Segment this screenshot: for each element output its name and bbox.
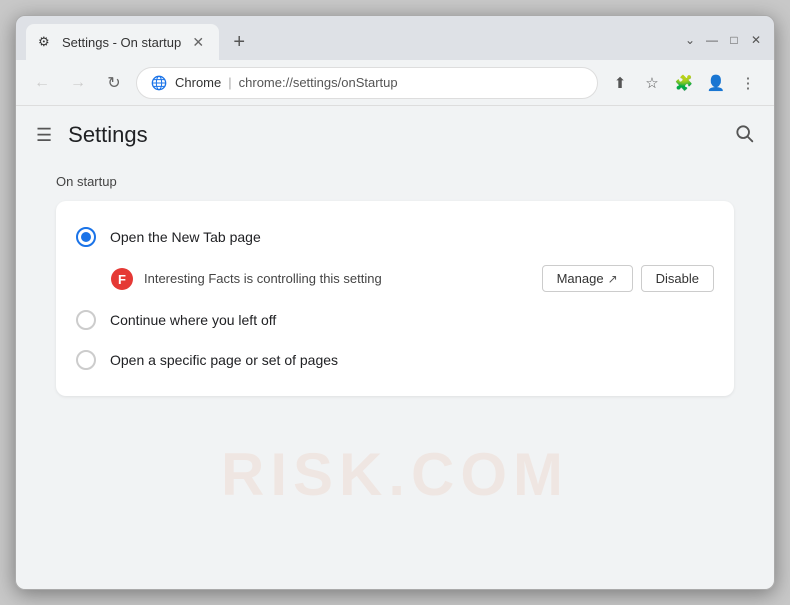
chevron-icon[interactable]: ⌄ — [682, 32, 698, 48]
disable-button[interactable]: Disable — [641, 265, 714, 292]
window-controls: ⌄ — □ ✕ — [682, 32, 764, 52]
address-divider: | — [228, 75, 231, 90]
radio-specific-page[interactable] — [76, 350, 96, 370]
nav-right-icons: ⬆ ☆ 🧩 👤 ⋮ — [606, 69, 762, 97]
menu-button[interactable]: ⋮ — [734, 69, 762, 97]
browser-window: ⚙ Settings - On startup ✕ + ⌄ — □ ✕ ← → … — [15, 15, 775, 590]
external-link-icon: ↗ — [608, 272, 618, 286]
manage-button-label: Manage — [557, 271, 604, 286]
bookmark-button[interactable]: ☆ — [638, 69, 666, 97]
tab-title: Settings - On startup — [62, 35, 181, 50]
extension-warning-row: F Interesting Facts is controlling this … — [76, 257, 714, 300]
forward-button[interactable]: → — [64, 69, 92, 97]
page-wrapper: ☰ Settings On startup — [16, 106, 774, 589]
maximize-button[interactable]: □ — [726, 32, 742, 48]
share-button[interactable]: ⬆ — [606, 69, 634, 97]
extension-warning-icon: F — [110, 267, 134, 291]
page-content: ☰ Settings On startup — [16, 106, 774, 589]
options-card: Open the New Tab page F Interesting Fact… — [56, 201, 734, 396]
refresh-button[interactable]: ↻ — [100, 69, 128, 97]
active-tab[interactable]: ⚙ Settings - On startup ✕ — [26, 24, 219, 60]
address-text: Chrome | chrome://settings/onStartup — [175, 75, 398, 90]
new-tab-button[interactable]: + — [225, 28, 253, 56]
manage-button[interactable]: Manage ↗ — [542, 265, 633, 292]
settings-header-left: ☰ Settings — [36, 122, 148, 148]
option-continue-label: Continue where you left off — [110, 312, 276, 328]
extension-warning-label: Interesting Facts is controlling this se… — [144, 271, 382, 286]
radio-new-tab-inner — [81, 232, 91, 242]
back-button[interactable]: ← — [28, 69, 56, 97]
address-url: chrome://settings/onStartup — [239, 75, 398, 90]
chrome-label: Chrome — [175, 75, 221, 90]
minimize-button[interactable]: — — [704, 32, 720, 48]
hamburger-icon[interactable]: ☰ — [36, 125, 52, 146]
tab-close-button[interactable]: ✕ — [189, 33, 207, 51]
settings-title: Settings — [68, 122, 148, 148]
option-new-tab[interactable]: Open the New Tab page — [76, 217, 714, 257]
svg-text:F: F — [118, 272, 126, 287]
option-new-tab-label: Open the New Tab page — [110, 229, 261, 245]
option-specific-page-label: Open a specific page or set of pages — [110, 352, 338, 368]
tab-favicon: ⚙ — [38, 34, 54, 50]
title-bar: ⚙ Settings - On startup ✕ + ⌄ — □ ✕ — [16, 16, 774, 60]
settings-header: ☰ Settings — [16, 106, 774, 164]
close-button[interactable]: ✕ — [748, 32, 764, 48]
option-specific-page[interactable]: Open a specific page or set of pages — [76, 340, 714, 380]
profile-button[interactable]: 👤 — [702, 69, 730, 97]
extensions-button[interactable]: 🧩 — [670, 69, 698, 97]
section-label: On startup — [56, 174, 734, 189]
search-button[interactable] — [734, 123, 754, 148]
radio-continue[interactable] — [76, 310, 96, 330]
radio-new-tab[interactable] — [76, 227, 96, 247]
address-bar[interactable]: Chrome | chrome://settings/onStartup — [136, 67, 598, 99]
globe-icon — [151, 75, 167, 91]
extension-warning-left: F Interesting Facts is controlling this … — [110, 267, 382, 291]
settings-body: On startup Open the New Tab page — [16, 164, 774, 416]
extension-buttons: Manage ↗ Disable — [542, 265, 714, 292]
option-continue[interactable]: Continue where you left off — [76, 300, 714, 340]
nav-bar: ← → ↻ Chrome | chrome://settings/onStart… — [16, 60, 774, 106]
